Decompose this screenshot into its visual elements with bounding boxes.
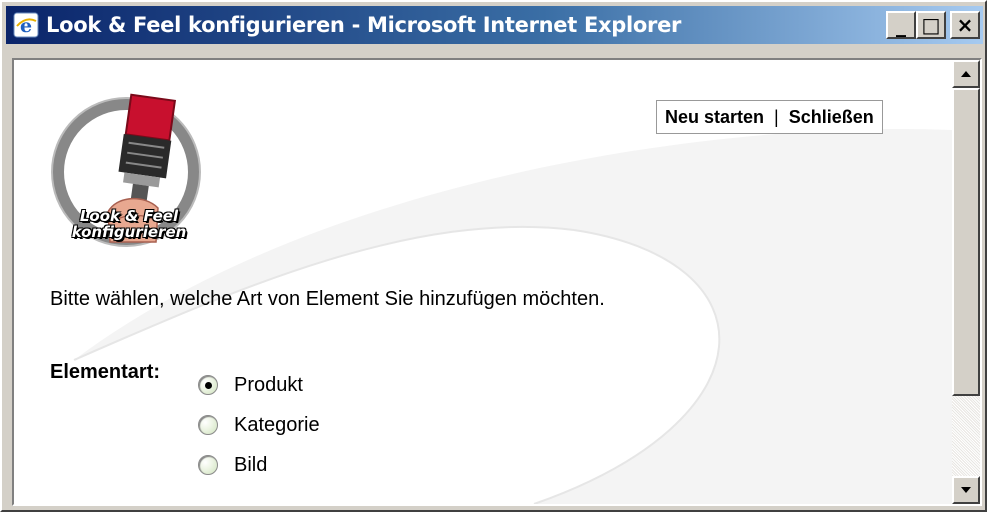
scroll-thumb[interactable] — [952, 88, 980, 396]
scroll-up-button[interactable] — [952, 60, 980, 88]
logo-line-2: konfigurieren — [71, 223, 187, 241]
option-label[interactable]: Bild — [234, 454, 267, 477]
option-label[interactable]: Produkt — [234, 374, 303, 397]
scroll-down-button[interactable] — [952, 476, 980, 504]
window-title: Look & Feel konfigurieren - Microsoft In… — [46, 13, 682, 37]
look-and-feel-logo: Look & Feel konfigurieren — [46, 92, 212, 258]
radio-selected-dot — [204, 381, 212, 389]
radio-kategorie[interactable] — [198, 415, 218, 435]
close-link[interactable]: Schließen — [789, 107, 874, 128]
restart-link[interactable]: Neu starten — [665, 107, 764, 128]
title-bar[interactable]: e Look & Feel konfigurieren - Microsoft … — [6, 6, 983, 44]
option-kategorie[interactable]: Kategorie — [198, 405, 320, 445]
element-type-options: Produkt Kategorie Bild — [198, 365, 320, 485]
arrow-up-icon — [961, 71, 971, 77]
option-produkt[interactable]: Produkt — [198, 365, 320, 405]
page-content: Look & Feel konfigurieren Neu starten | … — [14, 60, 952, 504]
maximize-button[interactable]: □ — [916, 11, 946, 39]
radio-produkt[interactable] — [198, 375, 218, 395]
top-links: Neu starten | Schließen — [656, 100, 883, 134]
close-window-button[interactable]: × — [950, 11, 980, 39]
window-controls: _ □ × — [886, 11, 980, 39]
logo-line-1: Look & Feel — [79, 207, 179, 225]
element-type-label: Elementart: — [50, 361, 161, 383]
vertical-scrollbar[interactable] — [952, 60, 980, 504]
option-bild[interactable]: Bild — [198, 445, 320, 485]
close-icon: × — [956, 13, 974, 37]
arrow-down-icon — [961, 487, 971, 493]
radio-bild[interactable] — [198, 455, 218, 475]
minimize-button[interactable]: _ — [886, 11, 916, 39]
link-separator: | — [774, 106, 779, 127]
minimize-icon: _ — [896, 13, 906, 37]
logo-caption: Look & Feel konfigurieren — [54, 208, 204, 240]
option-label[interactable]: Kategorie — [234, 414, 320, 437]
browser-window: e Look & Feel konfigurieren - Microsoft … — [0, 0, 987, 512]
browser-viewport: Look & Feel konfigurieren Neu starten | … — [12, 58, 982, 506]
maximize-icon: □ — [921, 13, 941, 37]
instruction-text: Bitte wählen, welche Art von Element Sie… — [50, 288, 605, 310]
internet-explorer-icon: e — [12, 11, 40, 39]
svg-text:e: e — [20, 15, 32, 37]
